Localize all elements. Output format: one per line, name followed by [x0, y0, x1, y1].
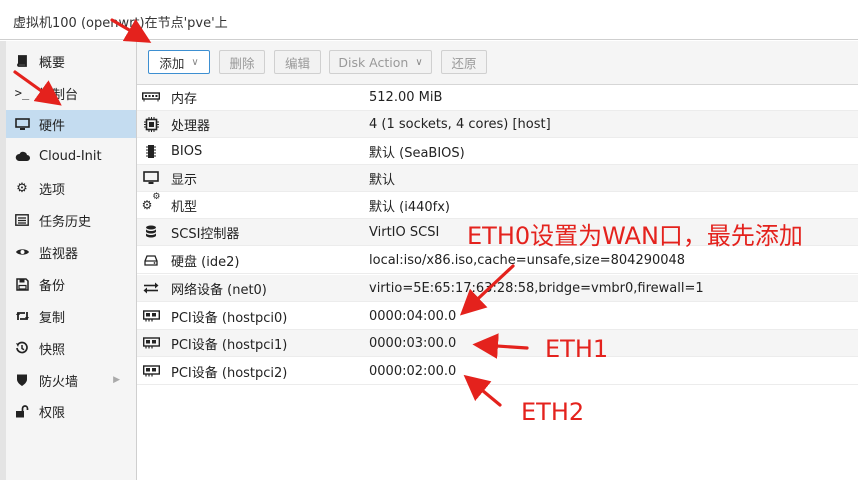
arrow-to-add-button — [110, 18, 152, 43]
arrow-to-hostpci1 — [472, 333, 529, 359]
arrow-to-hardware — [13, 70, 62, 106]
annotation-arrows — [13, 18, 529, 407]
arrow-to-hostpci2 — [463, 374, 502, 407]
arrow-to-hostpci0 — [459, 264, 515, 316]
